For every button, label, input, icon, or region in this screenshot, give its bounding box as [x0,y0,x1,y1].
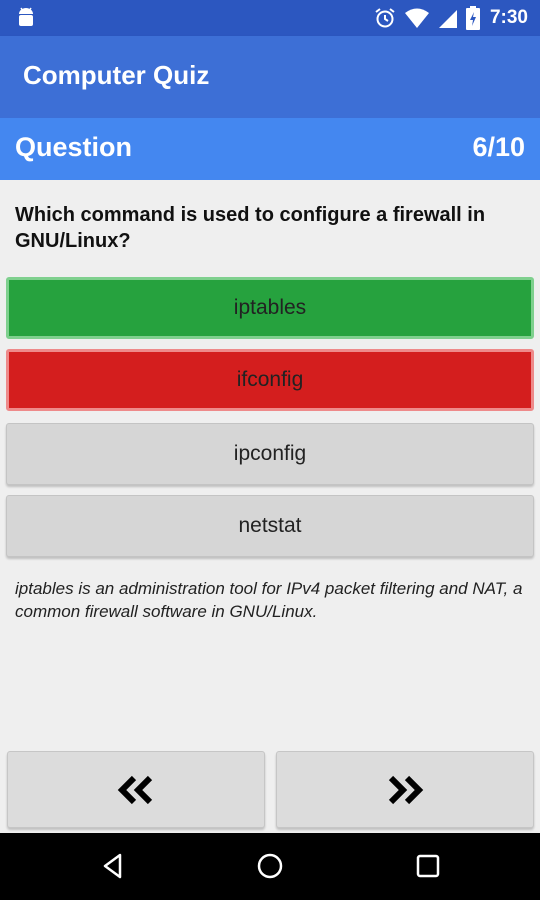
answer-label: ifconfig [236,368,304,391]
battery-charging-icon [465,6,480,30]
wifi-icon [404,8,429,28]
previous-question-button[interactable] [7,751,265,828]
app-bar: Computer Quiz [0,36,540,118]
signal-icon [438,10,457,28]
answer-label: ipconfig [233,442,307,465]
question-header: Question 6/10 [0,118,540,180]
double-chevron-right-icon [388,775,424,804]
explanation-text: iptables is an administration tool for I… [15,579,523,621]
answer-button[interactable]: ipconfig [6,423,534,485]
question-text: Which command is used to configure a fir… [15,204,486,252]
status-bar: 7:30 [0,0,540,36]
status-time: 7:30 [489,7,528,28]
answer-label: netstat [238,514,302,537]
app-title: Computer Quiz [23,60,210,90]
android-debug-icon [19,7,33,26]
system-navigation-bar [0,833,540,900]
next-question-button[interactable] [276,751,534,828]
back-icon[interactable] [98,851,128,881]
answer-button-correct[interactable]: iptables [6,277,534,339]
alarm-icon [375,8,395,28]
answer-label: iptables [233,296,307,319]
answer-button-wrong[interactable]: ifconfig [6,349,534,411]
recents-icon[interactable] [413,851,443,881]
question-label: Question [15,132,133,162]
question-counter: 6/10 [472,132,525,162]
home-icon[interactable] [255,851,285,881]
double-chevron-left-icon [117,775,153,804]
answer-button[interactable]: netstat [6,495,534,557]
